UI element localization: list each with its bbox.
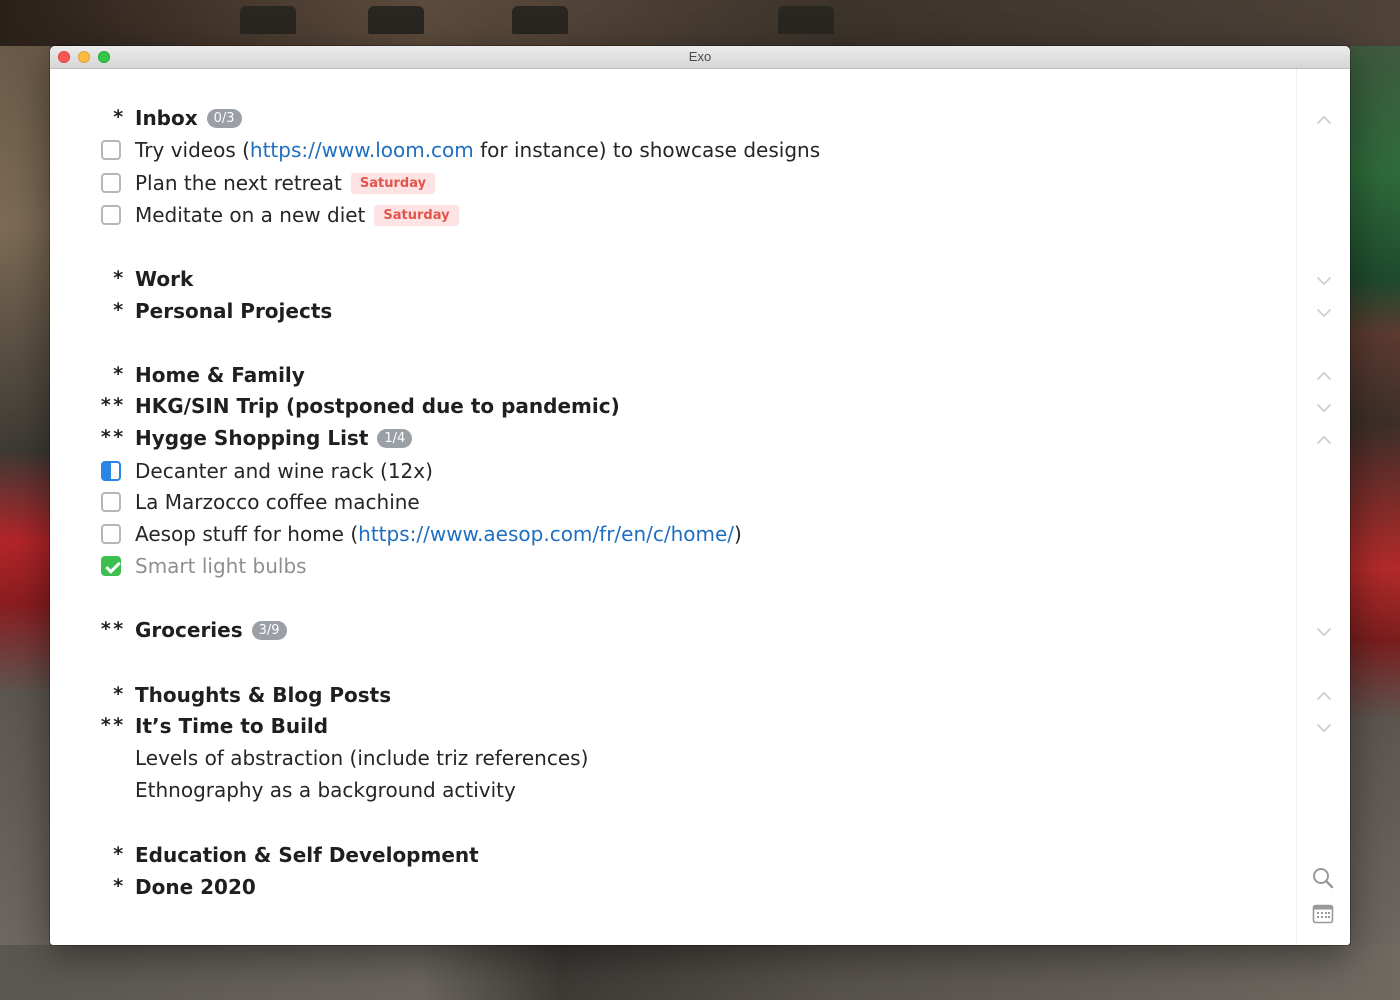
note-row[interactable]: Levels of abstraction (include triz refe… (50, 743, 1296, 775)
progress-badge: 1/4 (377, 429, 413, 448)
heading-home-family[interactable]: * Home & Family (50, 360, 1296, 392)
heading-thoughts-blog-posts[interactable]: * Thoughts & Blog Posts (50, 680, 1296, 712)
task-checkbox-checked[interactable] (101, 556, 121, 576)
task-row[interactable]: Try videos (https://www.loom.com for ins… (50, 135, 1296, 167)
background-photo-bottom (0, 945, 1400, 1000)
note-text: Ethnography as a background activity (135, 778, 516, 802)
heading-title: Personal Projects (135, 299, 333, 323)
task-row[interactable]: Plan the next retreat Saturday (50, 168, 1296, 200)
task-text: Plan the next retreat (135, 171, 342, 195)
heading-its-time-to-build[interactable]: ** It’s Time to Build (50, 711, 1296, 743)
heading-marker: * (112, 267, 125, 289)
progress-badge: 0/3 (206, 109, 242, 128)
task-row[interactable]: La Marzocco coffee machine (50, 487, 1296, 519)
task-text: for instance) to showcase designs (473, 138, 821, 162)
task-row[interactable]: Aesop stuff for home (https://www.aesop.… (50, 519, 1296, 551)
heading-title: Home & Family (135, 363, 305, 387)
task-text: Aesop stuff for home ( (135, 522, 359, 546)
chevron-up-icon[interactable] (1313, 685, 1335, 707)
chevron-down-icon[interactable] (1313, 621, 1335, 643)
background-lamp (368, 6, 424, 34)
task-checkbox[interactable] (101, 140, 121, 160)
chevron-down-icon[interactable] (1313, 270, 1335, 292)
task-row[interactable]: Decanter and wine rack (12x) (50, 456, 1296, 488)
heading-title: Education & Self Development (135, 843, 479, 867)
heading-marker: * (112, 106, 125, 128)
task-checkbox[interactable] (101, 173, 121, 193)
heading-title: Groceries (135, 618, 243, 642)
task-text: La Marzocco coffee machine (135, 490, 420, 514)
chevron-up-icon[interactable] (1313, 109, 1335, 131)
background-lamp (778, 6, 834, 34)
note-row[interactable]: Ethnography as a background activity (50, 775, 1296, 807)
note-text: Levels of abstraction (include triz refe… (135, 746, 589, 770)
background-photo-right (1350, 46, 1400, 946)
background-lamp (512, 6, 568, 34)
task-checkbox[interactable] (101, 492, 121, 512)
heading-education[interactable]: * Education & Self Development (50, 840, 1296, 872)
heading-title: Inbox (135, 106, 198, 130)
progress-badge: 3/9 (251, 621, 287, 640)
chevron-up-icon[interactable] (1313, 429, 1335, 451)
task-checkbox-in-progress[interactable] (101, 461, 121, 481)
heading-marker: ** (100, 714, 125, 736)
task-link[interactable]: https://www.loom.com (250, 138, 474, 162)
heading-personal-projects[interactable]: * Personal Projects (50, 296, 1296, 328)
background-lamp (240, 6, 296, 34)
heading-title: It’s Time to Build (135, 714, 329, 738)
heading-title: Done 2020 (135, 875, 256, 899)
chevron-down-icon[interactable] (1313, 717, 1335, 739)
task-text: Smart light bulbs (135, 554, 307, 578)
date-tag[interactable]: Saturday (350, 173, 436, 194)
task-text: Meditate on a new diet (135, 203, 366, 227)
date-tag[interactable]: Saturday (374, 205, 459, 226)
heading-marker: * (112, 875, 125, 897)
heading-groceries[interactable]: ** Groceries 3/9 (50, 615, 1296, 647)
heading-marker: * (112, 683, 125, 705)
heading-title: Hygge Shopping List (135, 426, 369, 450)
outline-editor[interactable]: * Inbox 0/3 Try videos (https://www.loom.… (50, 69, 1296, 945)
task-link[interactable]: https://www.aesop.com/fr/en/c/home/ (358, 522, 734, 546)
task-text: ) (734, 522, 742, 546)
heading-hkg-sin-trip[interactable]: ** HKG/SIN Trip (postponed due to pandem… (50, 391, 1296, 423)
calendar-icon[interactable] (1311, 902, 1335, 926)
heading-done-2020[interactable]: * Done 2020 (50, 872, 1296, 904)
right-gutter (1296, 69, 1350, 945)
chevron-up-icon[interactable] (1313, 365, 1335, 387)
app-window: Exo * Inbox 0/3 Try videos (https://www.l… (50, 46, 1350, 945)
heading-title: HKG/SIN Trip (postponed due to pandemic) (135, 394, 620, 418)
task-text: Try videos ( (135, 138, 250, 162)
task-row[interactable]: Smart light bulbs (50, 551, 1296, 583)
title-bar[interactable]: Exo (50, 46, 1350, 69)
heading-work[interactable]: * Work (50, 264, 1296, 296)
heading-title: Thoughts & Blog Posts (135, 683, 392, 707)
search-icon[interactable] (1311, 866, 1335, 890)
heading-inbox[interactable]: * Inbox 0/3 (50, 103, 1296, 135)
task-row[interactable]: Meditate on a new diet Saturday (50, 200, 1296, 232)
heading-marker: ** (100, 618, 125, 640)
heading-marker: * (112, 299, 125, 321)
window-title: Exo (688, 49, 712, 64)
heading-title: Work (135, 267, 194, 291)
task-text: Decanter and wine rack (12x) (135, 459, 433, 483)
background-photo-left (0, 46, 50, 946)
heading-hygge-shopping-list[interactable]: ** Hygge Shopping List 1/4 (50, 423, 1296, 455)
background-photo-top (0, 0, 1400, 46)
task-checkbox[interactable] (101, 524, 121, 544)
chevron-down-icon[interactable] (1313, 302, 1335, 324)
heading-marker: ** (100, 394, 125, 416)
heading-marker: * (112, 843, 125, 865)
heading-marker: ** (100, 426, 125, 448)
heading-marker: * (112, 363, 125, 385)
chevron-down-icon[interactable] (1313, 397, 1335, 419)
task-checkbox[interactable] (101, 205, 121, 225)
